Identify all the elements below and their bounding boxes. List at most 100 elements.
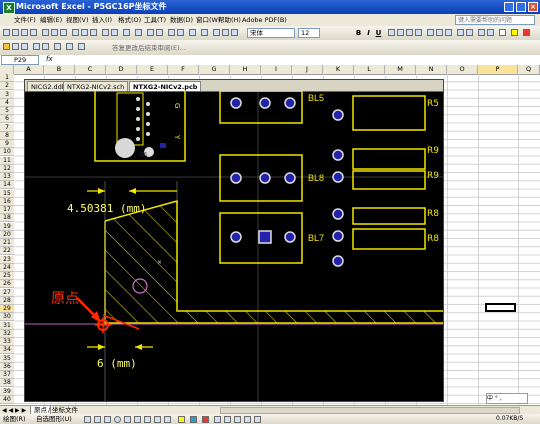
new-icon[interactable] [3,29,10,36]
save-icon[interactable] [21,29,28,36]
row-header[interactable]: 3 [0,90,14,99]
line-icon[interactable] [84,416,91,423]
arrow-icon[interactable] [94,416,101,423]
line-style-icon[interactable] [214,416,221,423]
row-header[interactable]: 30 [0,313,14,322]
row-header[interactable]: 35 [0,354,14,363]
pdf-icon[interactable] [213,29,220,36]
align-right-icon[interactable] [406,29,413,36]
fill-color-icon[interactable] [511,29,518,36]
selected-cell-P29[interactable] [485,303,516,312]
show-comment-icon[interactable] [33,43,40,50]
shadow-icon[interactable] [244,416,251,423]
row-header[interactable]: 37 [0,371,14,379]
zoom-icon[interactable] [189,29,196,36]
autosum-icon[interactable] [135,29,142,36]
row-header[interactable]: 18 [0,214,14,223]
row-header[interactable]: 19 [0,222,14,231]
pcb-screenshot-picture[interactable]: NICG2.ddb NTXG2-NICv2.sch NTXG2-NICv2.pc… [24,79,444,402]
row-header[interactable]: 6 [0,115,14,124]
row-header[interactable]: 29 [0,305,14,313]
print-icon[interactable] [42,29,49,36]
increase-decimal-icon[interactable] [457,29,464,36]
close-icon[interactable]: × [528,2,538,12]
chart-wizard-icon[interactable] [168,29,175,36]
row-header[interactable]: 27 [0,288,14,297]
diagram-icon[interactable] [144,416,151,423]
menu-file[interactable]: 文件(F) [14,14,36,26]
row-header[interactable]: 11 [0,156,14,165]
autoshape-menu-button[interactable]: 自选图形(U) [36,414,72,424]
line-color-icon[interactable] [190,416,197,423]
fill-color-draw-icon[interactable] [178,416,185,423]
row-header[interactable]: 8 [0,131,14,140]
column-header[interactable]: K [323,65,354,74]
maximize-icon[interactable] [516,2,526,12]
column-header[interactable]: C [75,65,106,74]
column-header[interactable]: B [44,65,75,74]
font-color-icon[interactable] [523,29,530,36]
row-header[interactable]: 21 [0,239,14,247]
row-header[interactable]: 31 [0,321,14,330]
row-header[interactable]: 20 [0,230,14,239]
align-left-icon[interactable] [388,29,395,36]
merge-center-icon[interactable] [415,29,422,36]
increase-indent-icon[interactable] [487,29,494,36]
row-header[interactable]: 32 [0,329,14,338]
row-header[interactable]: 13 [0,173,14,181]
column-header[interactable]: A [14,65,44,74]
row-header[interactable]: 7 [0,123,14,132]
row-header[interactable]: 36 [0,362,14,371]
row-header[interactable]: 23 [0,255,14,264]
column-header[interactable]: D [106,65,137,74]
percent-icon[interactable] [436,29,443,36]
menu-tools[interactable]: 工具(T) [144,14,166,26]
clipart-icon[interactable] [154,416,161,423]
help-icon[interactable] [201,29,208,36]
minimize-icon[interactable] [504,2,514,12]
sort-ascending-icon[interactable] [147,29,154,36]
menu-window[interactable]: 窗口(W) [196,14,221,26]
arrow-style-icon[interactable] [234,416,241,423]
menu-data[interactable]: 数据(D) [170,14,193,26]
menu-edit[interactable]: 编辑(E) [40,14,62,26]
select-all-corner[interactable] [0,65,14,74]
row-header[interactable]: 25 [0,272,14,280]
oval-icon[interactable] [114,416,121,423]
copy-icon[interactable] [81,29,88,36]
delete-comment-icon[interactable] [54,43,61,50]
send-mail-icon[interactable] [78,43,85,50]
horizontal-scrollbar[interactable] [220,407,520,414]
menu-adobe-pdf[interactable]: Adobe PDF(B) [242,14,287,26]
cut-icon[interactable] [72,29,79,36]
bold-button[interactable]: B [354,28,363,38]
italic-button[interactable]: I [364,28,373,38]
ime-status[interactable]: 中 ° , [486,393,528,404]
row-header[interactable]: 17 [0,206,14,214]
excel-app-icon[interactable]: X [3,2,15,14]
comment-icon[interactable] [3,43,10,50]
spelling-icon[interactable] [60,29,67,36]
menu-help[interactable]: 帮助(H) [218,14,241,26]
align-center-icon[interactable] [397,29,404,36]
column-header[interactable]: Q [518,65,540,74]
row-header[interactable]: 14 [0,181,14,190]
help-search-input[interactable]: 键入需要帮助的问题 [455,15,535,25]
sort-descending-icon[interactable] [156,29,163,36]
row-header[interactable]: 12 [0,164,14,173]
row-header[interactable]: 5 [0,107,14,115]
menu-insert[interactable]: 插入(I) [92,14,112,26]
borders-icon[interactable] [499,29,506,36]
row-header[interactable]: 24 [0,263,14,272]
font-name-select[interactable]: 宋体 [247,28,295,38]
row-header[interactable]: 28 [0,296,14,305]
column-header[interactable]: E [137,65,168,74]
tab-ntxg2-pcb[interactable]: NTXG2-NICv2.pcb [129,81,202,91]
column-header[interactable]: P [478,65,518,74]
font-size-select[interactable]: 12 [298,28,320,38]
column-header[interactable]: H [230,65,261,74]
row-header[interactable]: 34 [0,346,14,355]
print-preview-icon[interactable] [51,29,58,36]
drawing-icon[interactable] [177,29,184,36]
next-comment-icon[interactable] [21,43,28,50]
